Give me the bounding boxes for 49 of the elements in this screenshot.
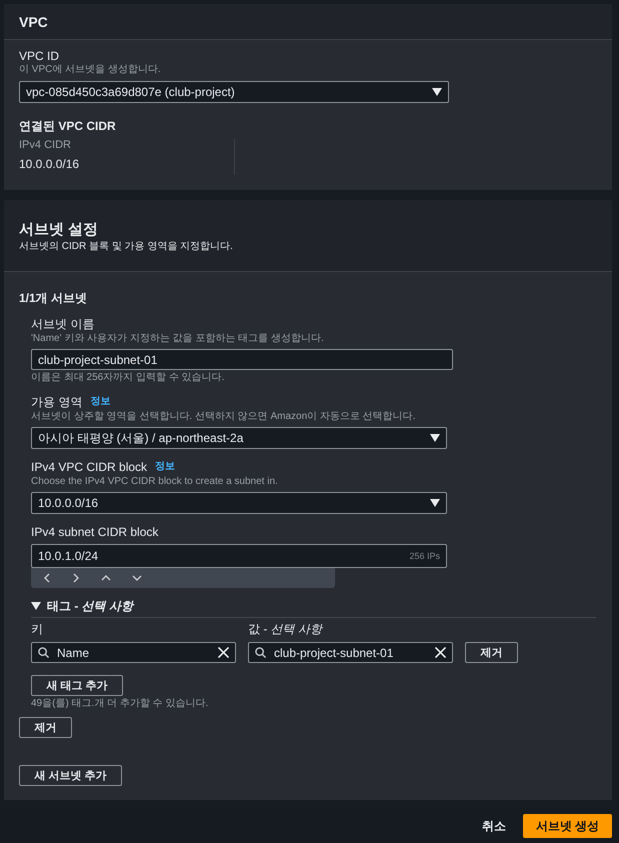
chevron-left-icon[interactable] <box>43 573 51 583</box>
caret-down-icon <box>430 499 440 507</box>
field-hint: 이름은 최대 256자까지 입력할 수 있습니다. <box>31 372 226 384</box>
close-icon[interactable] <box>218 647 229 658</box>
dropdown-select[interactable]: 10.0.0.0/16 <box>31 492 447 514</box>
tag-value-field[interactable]: club-project-subnet-01 <box>248 642 453 663</box>
info-link[interactable]: 정보 <box>155 461 176 473</box>
field-description: 이 VPC에 서브넷을 생성합니다. <box>19 64 161 76</box>
field-description: 서브넷이 상주할 영역을 선택합니다. 선택하지 않으면 Amazon이 자동으로 선택합니다. <box>31 411 416 423</box>
remove-subnet-button[interactable]: 제거 <box>19 717 72 738</box>
panel-description: 서브넷의 CIDR 블록 및 가용 영역을 지정합니다. <box>19 240 233 252</box>
subnet-name-field[interactable]: club-project-subnet-01 <box>31 349 453 370</box>
field-label: IPv4 VPC CIDR block <box>31 460 148 474</box>
remove-tag-button[interactable]: 제거 <box>465 642 518 663</box>
cidr-field[interactable]: 10.0.1.0/24 256 IPs <box>31 544 447 568</box>
tags-remaining-note: 49을(를) 태그.개 더 추가할 수 있습니다. <box>31 698 208 710</box>
subnet-heading: 1/1개 서브넷 <box>19 291 88 305</box>
search-icon <box>38 647 49 658</box>
cidr-value: 10.0.0.0/16 <box>19 157 80 171</box>
field-label: VPC ID <box>19 49 60 63</box>
cancel-button[interactable]: 취소 <box>482 819 506 833</box>
tags-toggle[interactable]: 태그 - 선택 사항 <box>31 599 596 618</box>
section-heading: 연결된 VPC CIDR <box>19 119 116 133</box>
add-subnet-button[interactable]: 새 서브넷 추가 <box>19 765 122 786</box>
chevron-up-icon[interactable] <box>101 574 111 582</box>
caret-down-icon <box>430 434 440 442</box>
search-icon <box>255 647 266 658</box>
close-icon[interactable] <box>435 647 446 658</box>
chevron-down-icon[interactable] <box>132 574 142 582</box>
field-description: 'Name' 키와 사용자가 지정하는 값을 포함하는 태그를 생성합니다. <box>31 333 325 345</box>
ip-count: 256 IPs <box>409 550 440 562</box>
column-label: 키 <box>31 622 44 636</box>
panel-title: 서브넷 설정 <box>19 220 98 238</box>
create-subnet-button[interactable]: 서브넷 생성 <box>523 814 612 838</box>
cidr-label: IPv4 CIDR <box>19 139 71 152</box>
info-link[interactable]: 정보 <box>90 396 110 408</box>
chevron-right-icon[interactable] <box>72 573 80 583</box>
field-label: 서브넷 이름 <box>31 317 94 331</box>
caret-down-icon <box>432 88 442 96</box>
tag-key-field[interactable]: Name <box>31 642 236 663</box>
field-label: 가용 영역 <box>31 395 82 409</box>
dropdown-select[interactable]: 아시아 태평양 (서울) / ap-northeast-2a <box>31 427 447 449</box>
column-label: 값 - 선택 사항 <box>248 622 322 636</box>
field-label: IPv4 subnet CIDR block <box>31 525 158 539</box>
panel-title: VPC <box>19 14 48 30</box>
field-description: Choose the IPv4 VPC CIDR block to create a subnet in. <box>31 476 279 488</box>
caret-down-icon <box>31 602 41 610</box>
vpc-select[interactable]: vpc-085d450c3a69d807e (club-project) <box>19 81 449 103</box>
add-tag-button[interactable]: 새 태그 추가 <box>31 675 123 696</box>
